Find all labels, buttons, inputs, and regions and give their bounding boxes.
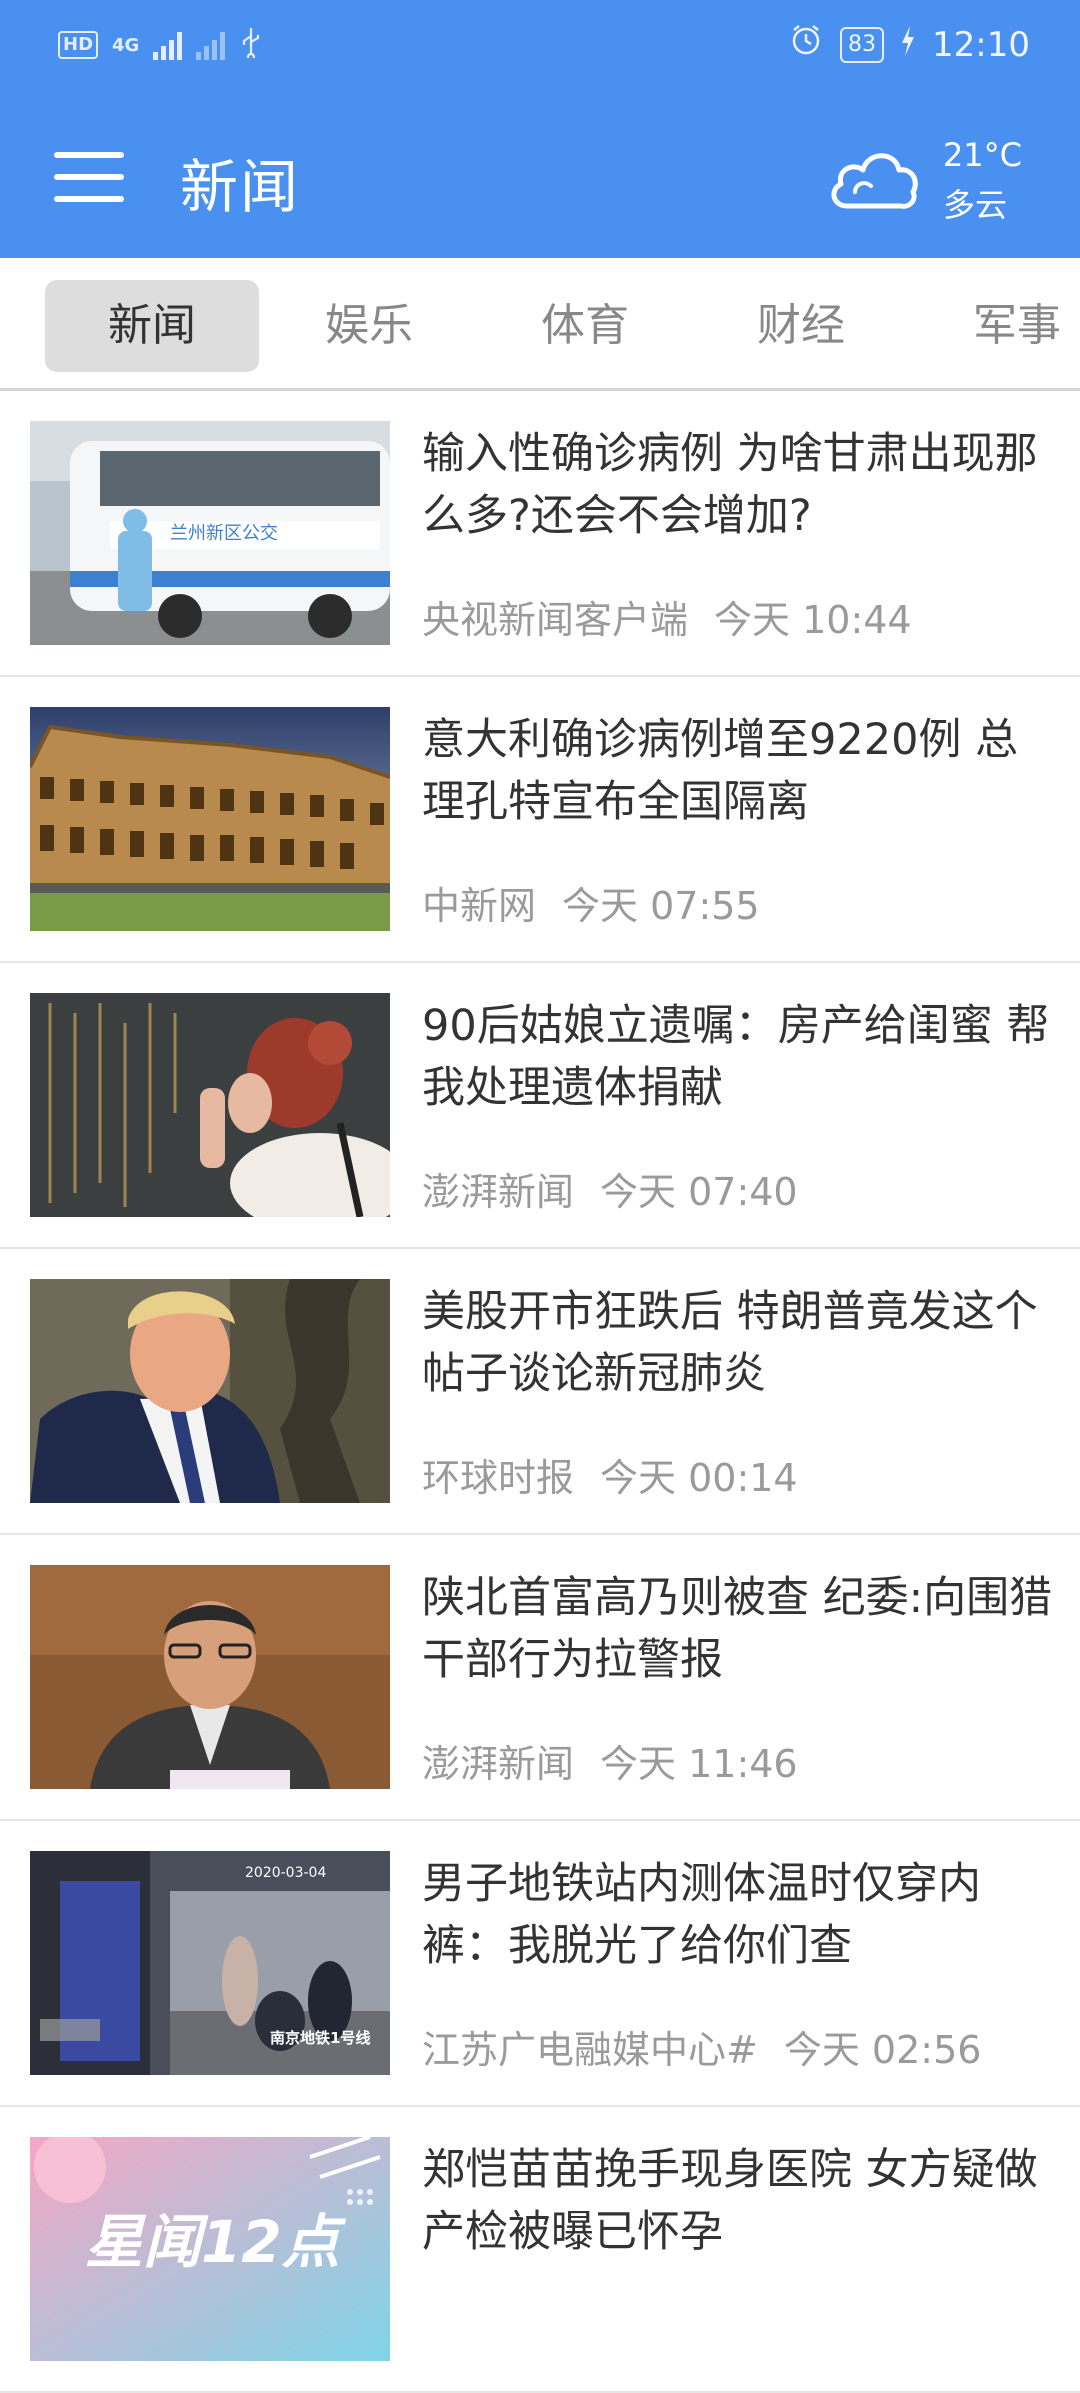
news-meta: 央视新闻客户端 今天 10:44 [422,589,912,644]
weather-temperature: 21°C [942,136,1022,174]
news-time: 今天 07:55 [562,884,760,928]
news-meta: 澎湃新闻 今天 11:46 [422,1733,798,1788]
news-title: 90后姑娘立遗嘱：房产给闺蜜 帮我处理遗体捐献 [422,1001,1050,1113]
news-meta: 江苏广电融媒中心# 今天 02:56 [422,2019,981,2074]
news-source: 环球时报 [422,1456,575,1500]
news-item[interactable]: 兰州新区公交 输入性确诊病例 为啥甘肃出现那么多?还会不会增加? 央视新闻客户端… [0,391,1080,677]
charging-icon [900,25,916,65]
news-title: 陕北首富高乃则被查 纪委:向围猎干部行为拉警报 [422,1573,1053,1685]
alarm-icon [788,22,824,67]
news-title: 输入性确诊病例 为啥甘肃出现那么多?还会不会增加? [422,429,1038,541]
tab-finance[interactable]: 财经 [694,280,908,372]
news-item[interactable]: 2020-03-04 南京地铁1号线 男子地铁站内测体温时仅穿内裤：我脱光了给你… [0,1821,1080,2107]
news-source: 澎湃新闻 [422,1742,575,1786]
hd-badge: HD [58,31,99,59]
news-thumbnail [30,1565,390,1789]
news-thumbnail: 兰州新区公交 [30,421,390,645]
news-meta [422,2305,448,2349]
tab-news[interactable]: 新闻 [45,280,259,372]
news-meta: 环球时报 今天 00:14 [422,1447,798,1502]
weather-condition: 多云 [942,186,1007,224]
tab-sports[interactable]: 体育 [478,280,692,372]
thumbnail-caption: 南京地铁1号线 [270,2029,371,2047]
news-item[interactable]: 美股开市狂跌后 特朗普竟发这个帖子谈论新冠肺炎 环球时报 今天 00:14 [0,1249,1080,1535]
news-title: 男子地铁站内测体温时仅穿内裤：我脱光了给你们查 [422,1859,981,1971]
news-item[interactable]: 意大利确诊病例增至9220例 总理孔特宣布全国隔离 中新网 今天 07:55 [0,677,1080,963]
battery-icon: 83 [840,26,885,63]
category-tabs: 新闻 娱乐 体育 财经 军事 [0,258,1080,391]
status-bar: HD 4G 83 12:10 [0,0,1080,90]
hamburger-icon[interactable] [54,152,124,202]
status-right: 83 12:10 [788,22,1030,67]
cloud-icon [825,138,921,222]
tab-entertainment[interactable]: 娱乐 [262,280,476,372]
news-title: 意大利确诊病例增至9220例 总理孔特宣布全国隔离 [422,715,1019,827]
news-source: 央视新闻客户端 [422,598,689,642]
status-left: HD 4G [58,26,263,64]
battery-level: 83 [848,31,877,57]
news-meta: 中新网 今天 07:55 [422,875,760,930]
page-title: 新闻 [180,153,301,221]
news-item[interactable]: 陕北首富高乃则被查 纪委:向围猎干部行为拉警报 澎湃新闻 今天 11:46 [0,1535,1080,1821]
news-source: 江苏广电融媒中心# [422,2028,758,2072]
news-title: 美股开市狂跌后 特朗普竟发这个帖子谈论新冠肺炎 [422,1287,1038,1399]
signal-strength-2-icon [196,30,226,60]
news-thumbnail [30,1279,390,1503]
tab-military[interactable]: 军事 [910,280,1080,372]
network-type: 4G [112,34,140,56]
news-time: 今天 10:44 [714,598,912,642]
news-source: 澎湃新闻 [422,1170,575,1214]
thumbnail-timestamp: 2020-03-04 [245,1865,327,1881]
clock-time: 12:10 [932,24,1030,65]
thumbnail-caption: 星闻12点 [85,2208,340,2276]
thumbnail-caption: 兰州新区公交 [170,523,278,544]
news-thumbnail: 星闻12点 [30,2137,390,2361]
news-item[interactable]: 90后姑娘立遗嘱：房产给闺蜜 帮我处理遗体捐献 澎湃新闻 今天 07:40 [0,963,1080,1249]
news-meta: 澎湃新闻 今天 07:40 [422,1161,798,1216]
signal-strength-icon [153,30,183,60]
weather-text: 21°C 多云 [943,130,1022,230]
news-time: 今天 07:40 [600,1170,798,1214]
news-time: 今天 00:14 [600,1456,798,1500]
weather-widget[interactable]: 21°C 多云 [825,130,1022,230]
usb-icon [239,26,263,64]
news-item[interactable]: 星闻12点 郑恺苗苗挽手现身医院 女方疑做产检被曝已怀孕 [0,2107,1080,2393]
news-thumbnail [30,993,390,1217]
news-thumbnail [30,707,390,931]
app-top-bar: HD 4G 83 12:10 新闻 21°C 多云 [0,0,1080,258]
news-list: 兰州新区公交 输入性确诊病例 为啥甘肃出现那么多?还会不会增加? 央视新闻客户端… [0,391,1080,2393]
app-header: 新闻 21°C 多云 [0,100,1080,250]
news-thumbnail: 2020-03-04 南京地铁1号线 [30,1851,390,2075]
news-title: 郑恺苗苗挽手现身医院 女方疑做产检被曝已怀孕 [422,2145,1038,2257]
news-source: 中新网 [422,884,537,928]
news-time: 今天 02:56 [783,2028,982,2072]
news-time: 今天 11:46 [600,1742,798,1786]
